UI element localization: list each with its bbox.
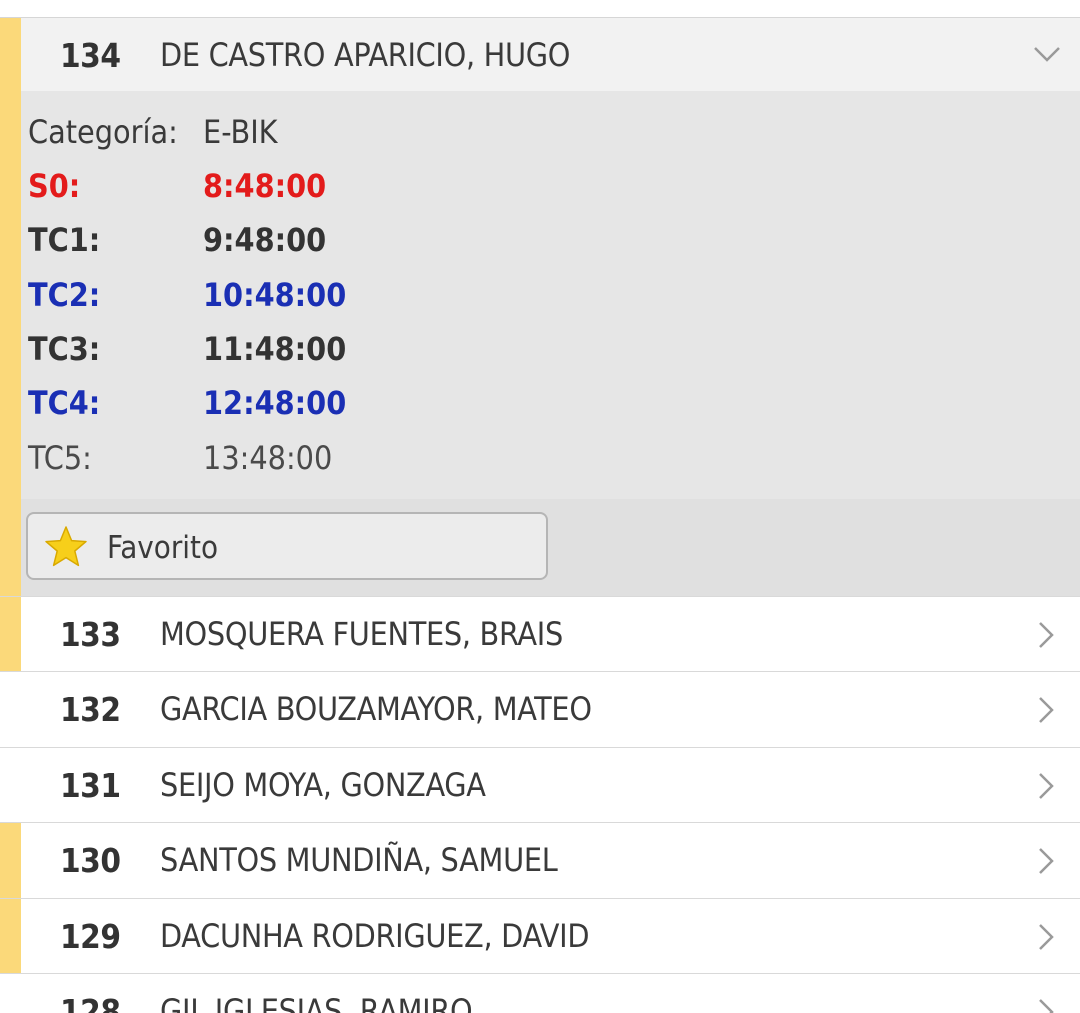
entry-name: DE CASTRO APARICIO, HUGO [160, 36, 571, 74]
time-value: 12:48:00 [203, 384, 347, 423]
time-value: 8:48:00 [203, 167, 327, 205]
entry-number: 131 [60, 765, 121, 805]
entry-number: 133 [60, 615, 121, 654]
list-item[interactable]: 129 DACUNHA RODRIGUEZ, DAVID [0, 898, 1080, 974]
entry-details: Categoría: E-BIK S0: 8:48:00 TC1: 9:48:00 TC… [21, 91, 1080, 499]
entry-accent-bar [0, 597, 21, 672]
favorite-label: Favorito [107, 530, 219, 566]
entry-number: 129 [60, 916, 121, 956]
entry-accent-bar [0, 823, 21, 898]
expanded-entry: 134 DE CASTRO APARICIO, HUGO Categoría: … [0, 18, 1080, 597]
time-label: S0: [28, 167, 81, 205]
time-label: TC2: [28, 275, 101, 314]
category-label: Categoría: [28, 113, 178, 151]
list-item[interactable]: 128 GIL IGLESIAS, RAMIRO [0, 974, 1080, 1013]
time-label: TC3: [28, 329, 101, 368]
time-label: TC5: [28, 438, 92, 477]
star-icon [45, 526, 87, 567]
chevron-right-icon[interactable] [1032, 696, 1060, 724]
favorite-button[interactable]: Favorito [26, 512, 548, 580]
chevron-down-icon[interactable] [1032, 42, 1062, 66]
entry-number: 130 [60, 841, 121, 881]
chevron-right-icon[interactable] [1032, 772, 1060, 800]
time-value: 13:48:00 [203, 438, 333, 477]
category-value: E-BIK [203, 113, 278, 151]
list-item[interactable]: 130 SANTOS MUNDIÑA, SAMUEL [0, 823, 1080, 899]
entry-number: 134 [60, 36, 121, 75]
chevron-right-icon[interactable] [1032, 998, 1060, 1013]
time-label: TC1: [28, 221, 101, 260]
entry-name: SEIJO MOYA, GONZAGA [160, 765, 486, 804]
favorite-area: Favorito [21, 499, 1080, 596]
entry-name: GARCIA BOUZAMAYOR, MATEO [160, 690, 592, 729]
chevron-right-icon[interactable] [1032, 923, 1060, 951]
time-value: 10:48:00 [203, 275, 347, 314]
time-label: TC4: [28, 384, 101, 423]
entry-accent-bar [0, 748, 21, 822]
list-item[interactable]: 131 SEIJO MOYA, GONZAGA [0, 747, 1080, 824]
entry-number: 128 [60, 992, 121, 1013]
entry-name: GIL IGLESIAS, RAMIRO [160, 992, 473, 1013]
time-value: 11:48:00 [203, 329, 347, 368]
chevron-right-icon[interactable] [1032, 847, 1060, 875]
entry-name: DACUNHA RODRIGUEZ, DAVID [160, 916, 590, 955]
entry-accent-bar [0, 898, 21, 973]
list-item[interactable]: 133 MOSQUERA FUENTES, BRAIS [0, 597, 1080, 673]
entry-name: MOSQUERA FUENTES, BRAIS [160, 615, 563, 653]
entry-header[interactable]: 134 DE CASTRO APARICIO, HUGO [21, 18, 1080, 91]
entry-accent-bar [0, 974, 21, 1013]
competitor-list: 134 DE CASTRO APARICIO, HUGO Categoría: … [0, 0, 1080, 1013]
entry-accent-bar [0, 672, 21, 746]
entry-accent-bar [0, 18, 21, 596]
time-value: 9:48:00 [203, 221, 327, 260]
entry-number: 132 [60, 690, 121, 730]
entry-name: SANTOS MUNDIÑA, SAMUEL [160, 841, 558, 880]
list-item[interactable]: 132 GARCIA BOUZAMAYOR, MATEO [0, 672, 1080, 748]
chevron-right-icon[interactable] [1032, 621, 1060, 649]
